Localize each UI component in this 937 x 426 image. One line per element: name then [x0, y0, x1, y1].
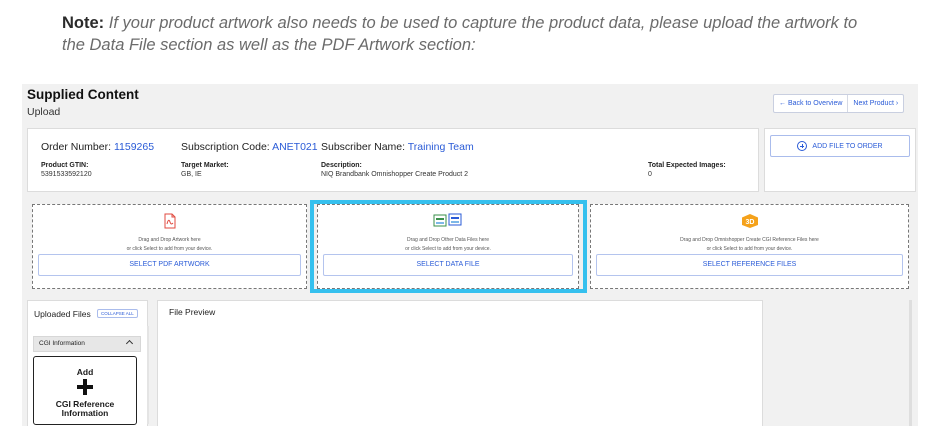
add-file-card: ADD FILE TO ORDER — [764, 128, 916, 192]
cgi-dropzone-instructions: Drag and Drop Omnishopper Create CGI Ref… — [680, 237, 819, 243]
order-info-card: Order Number: 1159265 Subscription Code:… — [27, 128, 759, 192]
collapse-all-button[interactable]: COLLAPSE ALL — [97, 309, 138, 318]
product-navigation: ← Back to Overview Next Product › — [773, 94, 905, 113]
expected-images-label: Total Expected Images: — [648, 162, 726, 169]
cgi-information-section[interactable]: CGI Information — [33, 336, 141, 352]
upload-note: Note: If your product artwork also needs… — [62, 14, 858, 54]
cgi-information-label: CGI Information — [39, 340, 85, 347]
add-tile-label: Add — [76, 367, 94, 377]
note-label: Note — [62, 14, 99, 32]
add-file-to-order-button[interactable]: ADD FILE TO ORDER — [770, 135, 910, 157]
cgi-reference-tile-label: CGI Reference Information — [55, 399, 115, 418]
add-file-label: ADD FILE TO ORDER — [812, 142, 883, 150]
target-market-label: Target Market: — [181, 162, 229, 169]
gtin-value: 5391533592120 — [41, 171, 92, 178]
file-preview-panel: File Preview — [157, 300, 763, 426]
add-cgi-reference-tile[interactable]: Add CGI Reference Information — [33, 356, 137, 425]
back-to-overview-button[interactable]: ← Back to Overview — [774, 95, 847, 112]
page-title: Supplied Content — [27, 87, 139, 102]
supplied-content-panel: Supplied Content Upload ← Back to Overvi… — [22, 84, 918, 426]
page-scrollbar[interactable] — [909, 300, 912, 426]
file-preview-title: File Preview — [169, 307, 216, 317]
note-text: If your product artwork also needs to be… — [62, 14, 858, 54]
uploaded-files-scrollbar[interactable] — [147, 326, 149, 424]
next-product-button[interactable]: Next Product › — [847, 95, 903, 112]
data-file-highlight — [310, 200, 587, 293]
select-reference-files-button[interactable]: SELECT REFERENCE FILES — [596, 254, 903, 276]
subscriber-name: Subscriber Name: Training Team — [321, 141, 474, 153]
description-label: Description: — [321, 162, 362, 169]
pdf-file-icon — [164, 213, 176, 229]
page-subtitle: Upload — [27, 106, 61, 118]
cgi-dropzone-hint: or click Select to add from your device. — [706, 246, 793, 252]
3d-cube-icon: 3D — [741, 213, 759, 229]
gtin-label: Product GTIN: — [41, 162, 89, 169]
plus-icon — [77, 379, 93, 395]
select-pdf-artwork-button[interactable]: SELECT PDF ARTWORK — [38, 254, 301, 276]
subscription-code: Subscription Code: ANET021 — [181, 141, 318, 153]
uploaded-files-title: Uploaded Files — [34, 309, 91, 319]
cgi-reference-dropzone[interactable]: 3D Drag and Drop Omnishopper Create CGI … — [590, 204, 909, 289]
pdf-dropzone-hint: or click Select to add from your device. — [126, 246, 213, 252]
chevron-up-icon — [125, 339, 134, 348]
order-number: Order Number: 1159265 — [41, 141, 155, 153]
uploaded-files-panel: Uploaded Files COLLAPSE ALL CGI Informat… — [27, 300, 149, 426]
expected-images-value: 0 — [648, 171, 652, 178]
target-market-value: GB, IE — [181, 171, 202, 178]
description-value: NIQ Brandbank Omnishopper Create Product… — [321, 171, 469, 178]
pdf-artwork-dropzone[interactable]: Drag and Drop Artwork here or click Sele… — [32, 204, 307, 289]
add-circle-icon — [797, 141, 808, 151]
svg-text:3D: 3D — [745, 219, 754, 226]
pdf-dropzone-instructions: Drag and Drop Artwork here — [138, 237, 201, 243]
